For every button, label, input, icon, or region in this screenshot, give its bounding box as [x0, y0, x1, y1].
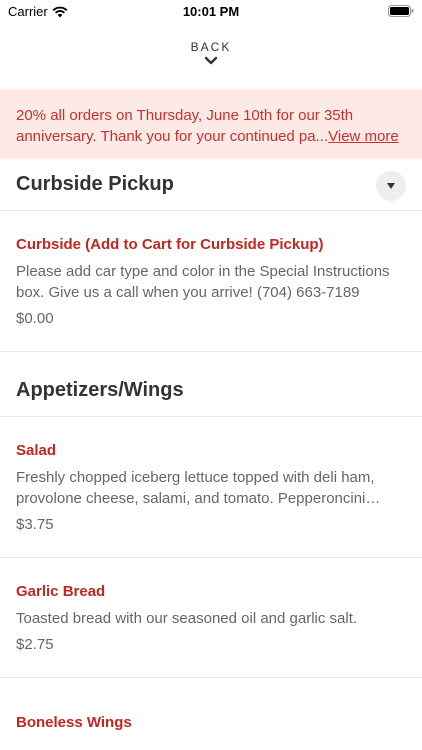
section-header-curbside: Curbside Pickup	[0, 159, 422, 211]
section-title: Curbside Pickup	[16, 173, 174, 195]
menu-item[interactable]: Salad Freshly chopped iceberg lettuce to…	[0, 417, 422, 558]
caret-down-icon	[387, 183, 395, 189]
item-name: Boneless Wings	[16, 714, 132, 731]
menu-item[interactable]: Curbside (Add to Cart for Curbside Picku…	[0, 211, 422, 352]
item-description: Toasted bread with our seasoned oil and …	[16, 610, 358, 627]
back-button[interactable]: BACK	[0, 36, 422, 86]
promo-message: 20% all orders on Thursday, June 10th fo…	[16, 107, 354, 145]
menu-item[interactable]: Garlic Bread Toasted bread with our seas…	[0, 558, 422, 678]
battery-icon	[388, 5, 414, 17]
status-bar: Carrier 10:01 PM	[0, 0, 422, 24]
view-more-link[interactable]: View more	[328, 128, 399, 145]
item-name: Garlic Bread	[16, 583, 106, 600]
promo-banner: 20% all orders on Thursday, June 10th fo…	[0, 89, 422, 159]
item-description: Freshly chopped iceberg lettuce topped w…	[16, 469, 375, 507]
status-time: 10:01 PM	[182, 4, 240, 19]
section-collapse-button[interactable]	[376, 171, 406, 201]
item-price: $2.75	[16, 636, 54, 653]
chevron-down-icon	[204, 56, 218, 65]
item-name: Curbside (Add to Cart for Curbside Picku…	[16, 236, 324, 253]
promo-text: 20% all orders on Thursday, June 10th fo…	[16, 105, 406, 147]
back-label: BACK	[190, 40, 232, 54]
section-title: Appetizers/Wings	[16, 379, 184, 401]
section-header-appetizers: Appetizers/Wings	[0, 352, 422, 417]
item-price: $0.00	[16, 310, 54, 327]
item-name: Salad	[16, 442, 57, 459]
item-price: $3.75	[16, 516, 54, 533]
item-description: Please add car type and color in the Spe…	[16, 263, 390, 301]
menu-item[interactable]: Boneless Wings	[0, 678, 422, 750]
